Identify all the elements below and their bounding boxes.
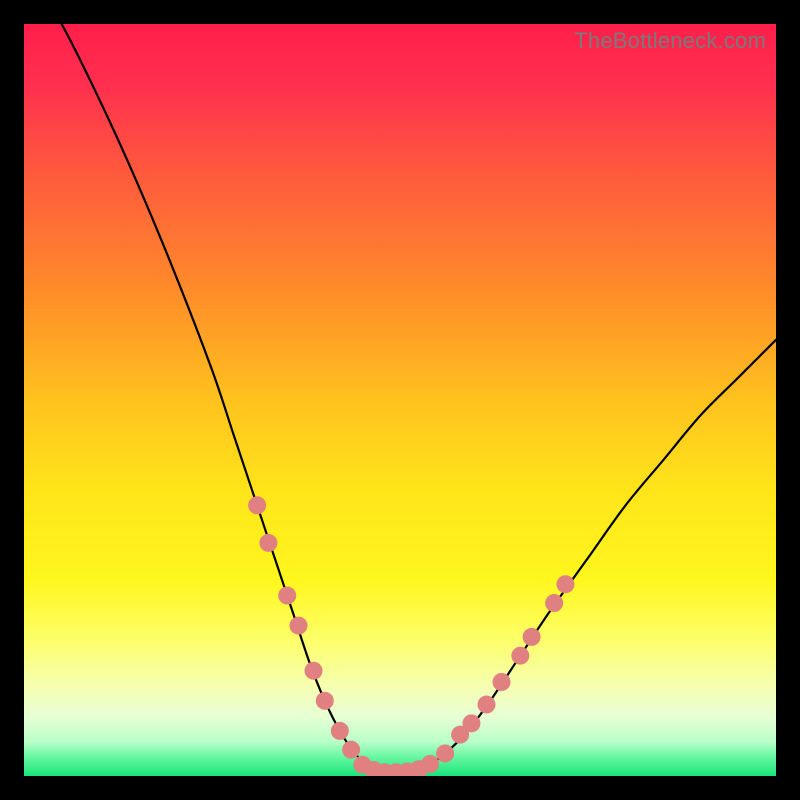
highlight-dot (523, 628, 541, 646)
highlight-dot (289, 617, 307, 635)
highlight-dot (436, 744, 454, 762)
highlight-dot (278, 587, 296, 605)
highlight-dot (545, 594, 563, 612)
highlight-dot (331, 722, 349, 740)
highlight-dot (342, 741, 360, 759)
plot-area: TheBottleneck.com (24, 24, 776, 776)
highlight-dot (316, 692, 334, 710)
highlight-dot (421, 755, 439, 773)
highlight-dot (305, 662, 323, 680)
app-frame: TheBottleneck.com (0, 0, 800, 800)
highlight-dot (556, 575, 574, 593)
highlight-dot (462, 714, 480, 732)
highlight-dot (259, 534, 277, 552)
bottleneck-chart (24, 24, 776, 776)
highlight-dot (477, 696, 495, 714)
highlight-dot (511, 647, 529, 665)
gradient-background (24, 24, 776, 776)
highlight-dot (493, 673, 511, 691)
watermark-label: TheBottleneck.com (574, 28, 766, 54)
highlight-dot (248, 496, 266, 514)
